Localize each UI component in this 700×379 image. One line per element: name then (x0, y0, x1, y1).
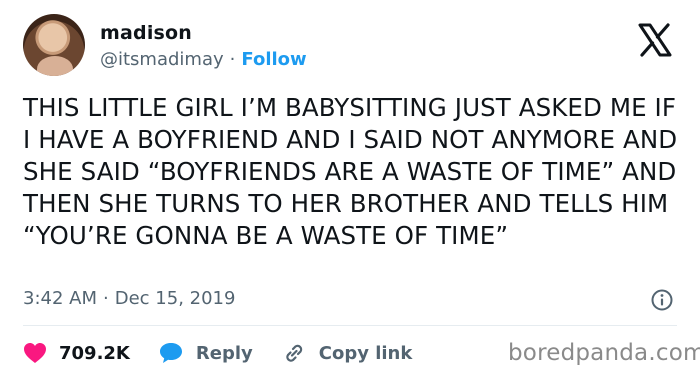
author-name[interactable]: madison (100, 22, 192, 44)
copy-link-button[interactable]: Copy link (281, 341, 413, 365)
timestamp-separator: · (103, 288, 109, 309)
tweet-actions: 709.2K Reply Copy link (23, 338, 440, 368)
author-handle-row: @itsmadimay · Follow (100, 49, 307, 70)
like-button[interactable]: 709.2K (23, 342, 130, 364)
author-avatar[interactable] (23, 14, 85, 76)
handle-separator: · (229, 49, 236, 70)
copy-link-label: Copy link (318, 342, 413, 364)
x-logo-icon[interactable] (635, 20, 675, 60)
tweet-text: THIS LITTLE GIRL I’M BABYSITTING JUST AS… (23, 93, 678, 250)
info-circle-icon[interactable] (650, 288, 674, 312)
heart-icon (24, 343, 46, 363)
reply-button[interactable]: Reply (158, 341, 253, 365)
chat-bubble-icon (159, 343, 182, 363)
watermark: boredpanda.com (508, 340, 700, 366)
follow-button[interactable]: Follow (241, 49, 306, 70)
author-handle[interactable]: @itsmadimay (100, 49, 224, 70)
tweet-timestamp[interactable]: 3:42 AM · Dec 15, 2019 (23, 288, 235, 309)
likes-count: 709.2K (59, 342, 130, 364)
tweet-date: Dec 15, 2019 (114, 288, 236, 309)
tweet-time: 3:42 AM (23, 288, 97, 309)
link-icon (286, 344, 302, 362)
reply-label: Reply (195, 342, 253, 364)
action-divider (23, 325, 677, 326)
